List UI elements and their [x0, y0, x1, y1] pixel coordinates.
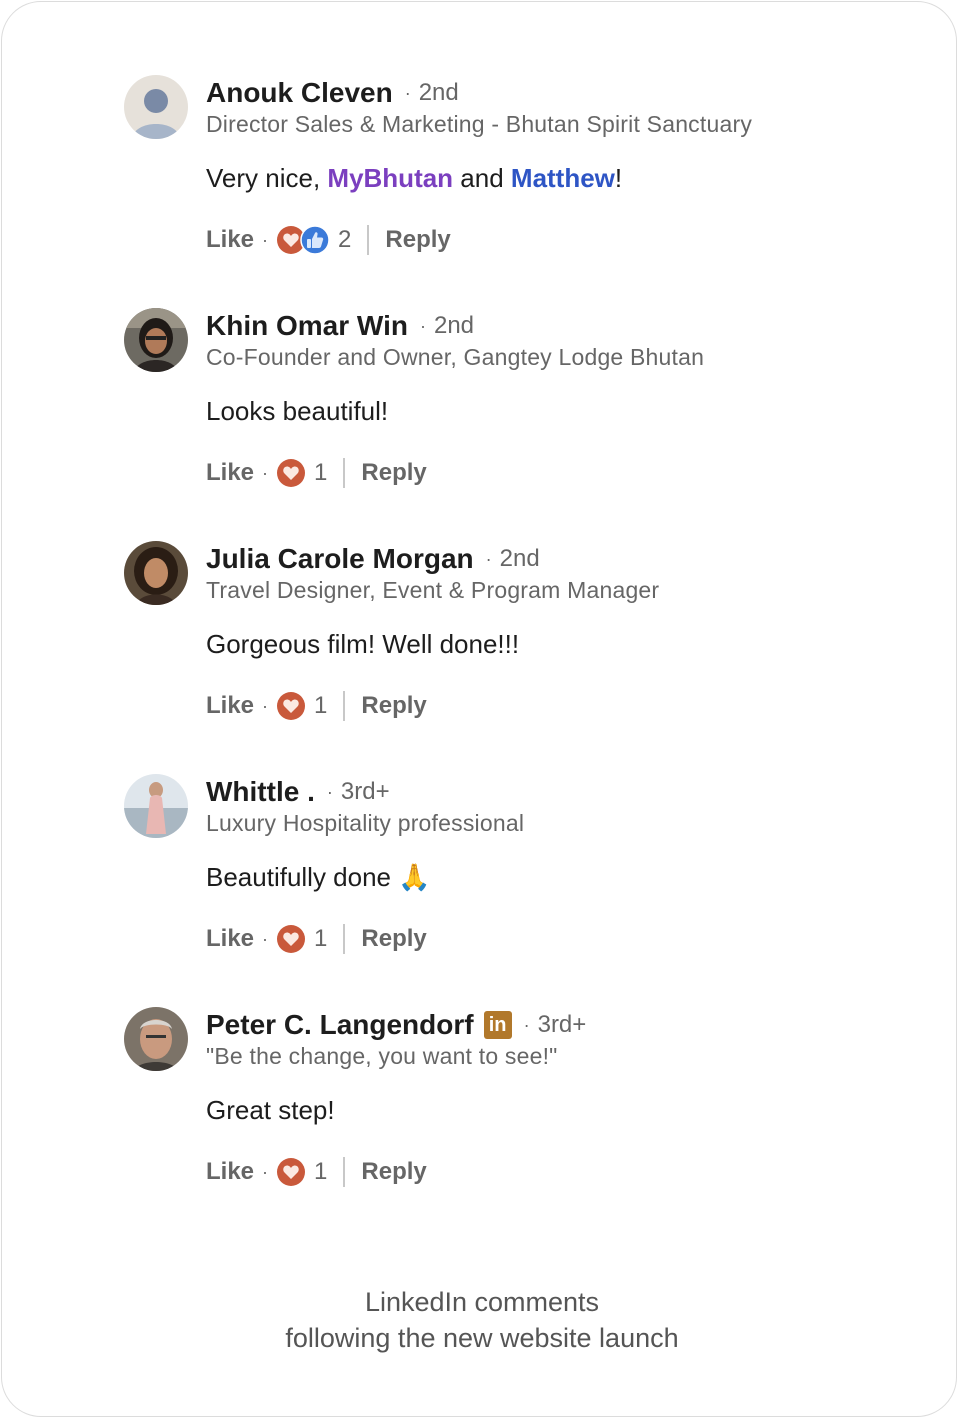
connection-degree: 3rd+: [340, 778, 390, 805]
comment-item: Whittle . · 3rd+ Luxury Hospitality prof…: [124, 774, 884, 974]
like-button[interactable]: Like: [206, 1158, 254, 1186]
commenter-name[interactable]: Anouk Cleven: [206, 77, 393, 109]
comment-item: Julia Carole Morgan · 2nd Travel Designe…: [124, 541, 884, 741]
like-button[interactable]: Like: [206, 459, 254, 487]
reaction-count: 1: [314, 459, 328, 486]
commenter-name[interactable]: Khin Omar Win: [206, 310, 408, 342]
separator-dot: ·: [404, 82, 411, 103]
reactions-summary[interactable]: 1: [276, 924, 327, 954]
reply-button[interactable]: Reply: [361, 459, 426, 487]
like-button[interactable]: Like: [206, 692, 254, 720]
action-divider: [343, 1157, 346, 1187]
heart-icon: [276, 691, 306, 721]
like-button[interactable]: Like: [206, 925, 254, 953]
comment-text: Very nice, MyBhutan and Matthew!: [206, 163, 622, 194]
comment-text: Beautifully done 🙏: [206, 862, 431, 892]
commenter-headline: "Be the change, you want to see!": [206, 1043, 558, 1069]
comment-text: Gorgeous film! Well done!!!: [206, 629, 520, 659]
caption: LinkedIn comments following the new webs…: [2, 1284, 960, 1356]
comment-item: Anouk Cleven · 2nd Director Sales & Mark…: [124, 75, 884, 275]
caption-line-1: LinkedIn comments: [364, 1287, 600, 1317]
comment-text-middle: and: [453, 163, 511, 193]
separator-dot: ·: [419, 315, 426, 336]
commenter-headline: Co-Founder and Owner, Gangtey Lodge Bhut…: [206, 344, 705, 370]
connection-degree: 2nd: [499, 545, 540, 572]
reply-button[interactable]: Reply: [361, 692, 426, 720]
separator-dot: ·: [262, 695, 269, 716]
comment-text: Looks beautiful!: [206, 396, 389, 426]
commenter-name[interactable]: Peter C. Langendorf: [206, 1009, 474, 1041]
action-divider: [343, 458, 346, 488]
comment-text: Great step!: [206, 1095, 335, 1125]
thumbs-up-icon: [300, 225, 330, 255]
reply-button[interactable]: Reply: [385, 226, 450, 254]
separator-dot: ·: [262, 928, 269, 949]
connection-degree: 2nd: [418, 79, 459, 106]
connection-degree: 2nd: [433, 312, 475, 339]
reactions-summary[interactable]: 1: [276, 1157, 327, 1187]
reactions-summary[interactable]: 1: [276, 691, 327, 721]
avatar[interactable]: [124, 541, 188, 605]
separator-dot: ·: [326, 781, 333, 802]
commenter-headline: Travel Designer, Event & Program Manager: [206, 577, 660, 603]
connection-degree: 3rd+: [537, 1011, 587, 1038]
linkedin-premium-badge: in: [483, 1011, 512, 1039]
reactions-summary[interactable]: 1: [276, 458, 327, 488]
action-divider: [343, 924, 346, 954]
comment-text-suffix: !: [614, 163, 623, 193]
caption-line-2: following the new website launch: [285, 1323, 679, 1353]
comment-item: Peter C. Langendorf in · 3rd+ "Be the ch…: [124, 1007, 884, 1207]
commenter-headline: Director Sales & Marketing - Bhutan Spir…: [206, 111, 753, 137]
reaction-count: 1: [314, 925, 328, 952]
avatar[interactable]: [124, 774, 188, 838]
heart-icon: [276, 458, 306, 488]
avatar-placeholder[interactable]: [124, 75, 188, 139]
heart-icon: [276, 1157, 306, 1187]
separator-dot: ·: [485, 548, 492, 569]
commenter-name[interactable]: Julia Carole Morgan: [206, 543, 474, 575]
avatar[interactable]: [124, 1007, 188, 1071]
action-divider: [343, 691, 346, 721]
reaction-count: 1: [314, 692, 328, 719]
action-divider: [367, 225, 370, 255]
reply-button[interactable]: Reply: [361, 1158, 426, 1186]
avatar[interactable]: [124, 308, 188, 372]
reply-button[interactable]: Reply: [361, 925, 426, 953]
comments-card: Anouk Cleven · 2nd Director Sales & Mark…: [1, 1, 957, 1417]
reactions-summary[interactable]: 2: [276, 225, 351, 255]
separator-dot: ·: [262, 1161, 269, 1182]
commenter-headline: Luxury Hospitality professional: [206, 810, 525, 836]
mention-link-mybhutan[interactable]: MyBhutan: [327, 163, 453, 193]
commenter-name[interactable]: Whittle .: [206, 776, 315, 808]
comment-text-prefix: Very nice,: [206, 163, 328, 193]
comment-item: Khin Omar Win · 2nd Co-Founder and Owner…: [124, 308, 884, 508]
separator-dot: ·: [523, 1014, 530, 1035]
reaction-count: 2: [338, 226, 352, 253]
separator-dot: ·: [262, 229, 269, 250]
like-button[interactable]: Like: [206, 226, 254, 254]
separator-dot: ·: [262, 462, 269, 483]
mention-link-matthew[interactable]: Matthew: [511, 163, 615, 193]
reaction-count: 1: [314, 1158, 328, 1185]
heart-icon: [276, 924, 306, 954]
